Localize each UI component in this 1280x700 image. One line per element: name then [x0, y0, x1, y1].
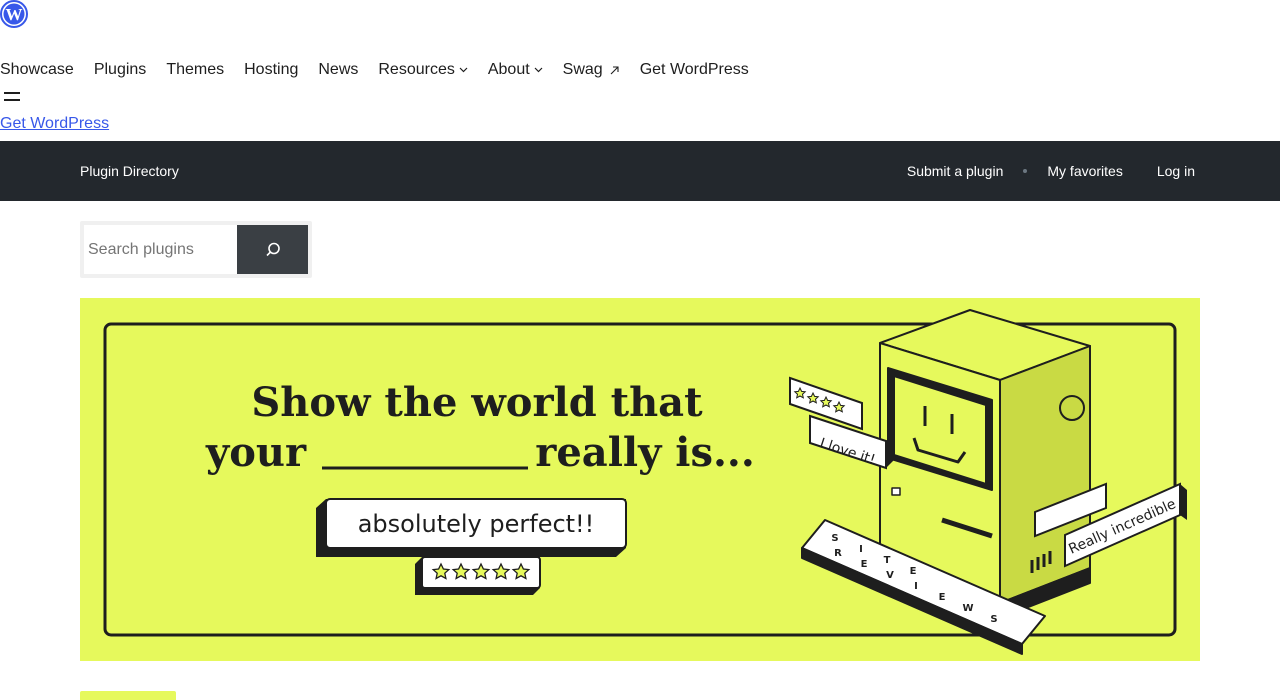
wordpress-logo-icon[interactable]: W [0, 0, 28, 28]
keyboard-key: I [914, 581, 918, 592]
nav-resources-label: Resources [378, 61, 455, 78]
perfect-tag-label: absolutely perfect!! [358, 510, 595, 538]
section-pill[interactable] [80, 691, 176, 700]
nav-about-label: About [487, 61, 530, 78]
nav-resources[interactable]: Resources [378, 61, 468, 79]
keyboard-key: E [910, 566, 917, 577]
banner-headline-2b: really is... [535, 429, 755, 476]
chevron-down-icon [534, 67, 543, 73]
keyboard-key: W [962, 603, 973, 614]
keyboard-key: E [939, 592, 946, 603]
banner-headline-2a: your [205, 429, 307, 476]
nav-themes[interactable]: Themes [166, 61, 224, 79]
nav-news[interactable]: News [318, 61, 358, 79]
search-button[interactable] [237, 225, 308, 274]
keyboard-key: E [861, 559, 868, 570]
keyboard-key: I [859, 544, 863, 555]
nav-get-wordpress[interactable]: Get WordPress [640, 61, 749, 79]
chevron-down-icon [459, 67, 468, 73]
stars-tag [415, 556, 541, 595]
nav-plugins[interactable]: Plugins [94, 61, 146, 79]
nav-swag[interactable]: Swag [563, 61, 620, 79]
my-favorites-link[interactable]: My favorites [1047, 163, 1122, 179]
perfect-tag: absolutely perfect!! [316, 498, 627, 557]
log-in-link[interactable]: Log in [1157, 163, 1195, 179]
nav-about[interactable]: About [488, 61, 543, 79]
global-nav: Showcase Plugins Themes Hosting News Res… [0, 58, 769, 82]
promo-banner: Show the world that your really is... ab… [80, 298, 1200, 661]
keyboard-key: T [884, 555, 891, 566]
nav-hosting[interactable]: Hosting [244, 61, 298, 79]
keyboard-key: S [990, 614, 997, 625]
keyboard-key: S [831, 533, 838, 544]
banner-headline-1: Show the world that [251, 379, 703, 426]
nav-showcase[interactable]: Showcase [0, 61, 74, 79]
nav-swag-label: Swag [562, 61, 603, 78]
plugin-directory-link[interactable]: Plugin Directory [80, 163, 179, 179]
svg-text:W: W [6, 5, 23, 24]
banner-illustration: Show the world that your really is... ab… [103, 309, 1187, 655]
menu-toggle-icon[interactable] [4, 91, 22, 103]
love-it-tag: I love it! [789, 376, 894, 470]
keyboard-key: V [886, 570, 894, 581]
separator-dot [1023, 169, 1028, 173]
search-icon [265, 242, 280, 256]
get-wordpress-link[interactable]: Get WordPress [0, 115, 109, 133]
submit-plugin-link[interactable]: Submit a plugin [907, 163, 1004, 179]
external-link-icon [610, 65, 619, 74]
keyboard-key: R [834, 548, 842, 559]
plugin-search-form [80, 221, 312, 278]
plugin-directory-nav: Plugin Directory Submit a plugin My favo… [0, 141, 1280, 201]
